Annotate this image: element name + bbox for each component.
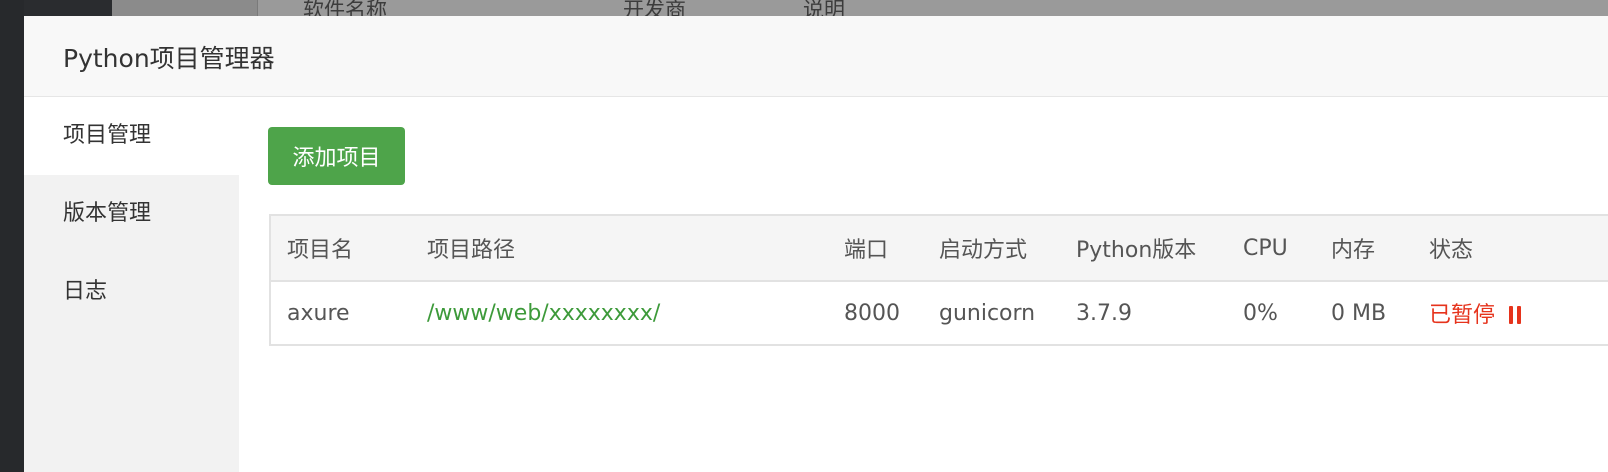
cell-start-mode: gunicorn (939, 300, 1036, 326)
column-header-port: 端口 (828, 215, 923, 282)
cell-project-name: axure (287, 300, 350, 326)
background-sidebar (0, 0, 24, 472)
column-header-project-path: 项目路径 (411, 215, 828, 282)
status-text: 已暂停 (1429, 303, 1496, 328)
cell-cpu: 0% (1243, 300, 1278, 326)
sidebar-item-label: 日志 (63, 279, 108, 304)
status-paused-toggle[interactable]: 已暂停 (1429, 303, 1522, 328)
column-header-memory: 内存 (1315, 215, 1413, 282)
dialog-title: Python项目管理器 (63, 44, 275, 73)
projects-table: 项目名 项目路径 端口 启动方式 Python版本 CPU 内存 状态 axur… (269, 214, 1608, 346)
pause-icon (1509, 306, 1522, 324)
column-header-project-name: 项目名 (270, 215, 411, 282)
cell-status: 已暂停 (1413, 281, 1608, 345)
project-path-link[interactable]: /www/web/xxxxxxxx/ (427, 301, 660, 326)
cell-memory: 0 MB (1331, 300, 1387, 326)
sidebar-item-label: 版本管理 (63, 201, 152, 226)
table-row: axure /www/web/xxxxxxxx/ 8000 gunicorn 3… (270, 281, 1608, 345)
dialog-sidebar: 项目管理 版本管理 日志 (24, 97, 239, 472)
sidebar-item-project-management[interactable]: 项目管理 (24, 97, 239, 175)
cell-project-path: /www/web/xxxxxxxx/ (411, 281, 828, 345)
add-project-button[interactable]: 添加项目 (268, 127, 405, 185)
table-header-row: 项目名 项目路径 端口 启动方式 Python版本 CPU 内存 状态 (270, 215, 1608, 282)
column-header-start-mode: 启动方式 (923, 215, 1060, 282)
column-header-cpu: CPU (1227, 215, 1315, 282)
column-header-status: 状态 (1413, 215, 1608, 282)
cell-python-version: 3.7.9 (1076, 300, 1132, 326)
cell-port: 8000 (844, 300, 900, 326)
column-header-python-version: Python版本 (1060, 215, 1227, 282)
dialog-header: Python项目管理器 (24, 16, 1608, 97)
sidebar-item-label: 项目管理 (63, 123, 152, 148)
python-project-manager-dialog: Python项目管理器 项目管理 版本管理 日志 添加项目 项目名 项目路径 端… (24, 16, 1608, 472)
dialog-content: 添加项目 项目名 项目路径 端口 启动方式 Python版本 CPU 内存 状态… (239, 97, 1608, 472)
sidebar-item-logs[interactable]: 日志 (24, 253, 239, 331)
sidebar-item-version-management[interactable]: 版本管理 (24, 175, 239, 253)
